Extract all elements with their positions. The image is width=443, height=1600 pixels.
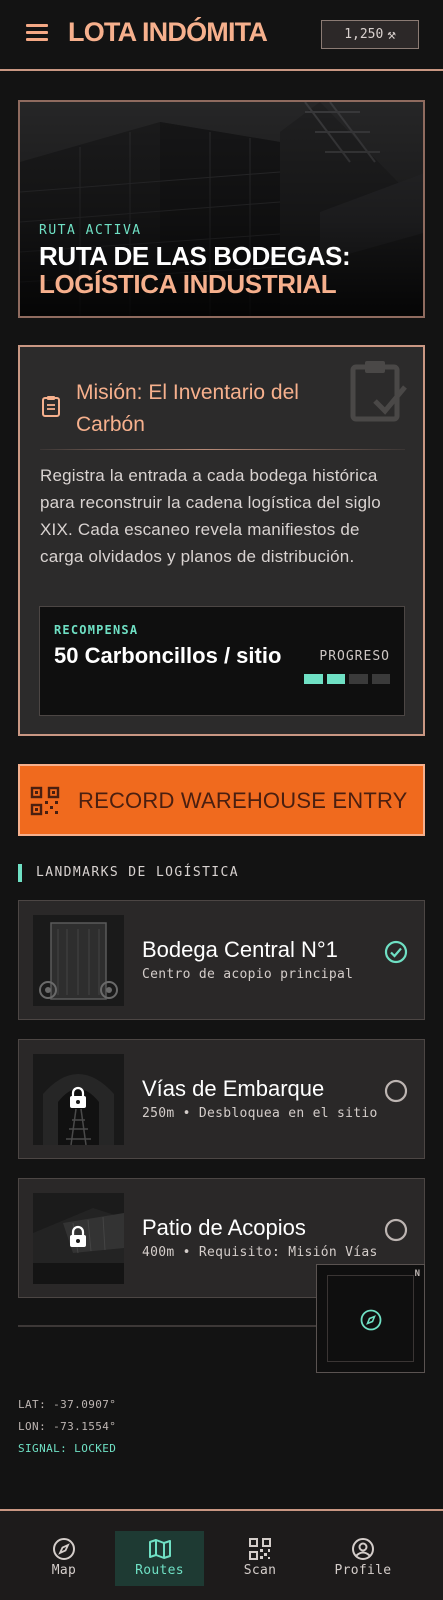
signal-status: SIGNAL: LOCKED [18, 1442, 117, 1455]
warehouse-door-image [33, 915, 124, 1006]
landmark-name: Bodega Central N°1 [142, 937, 338, 962]
gps-readout: LAT: -37.0907° LON: -73.1554° SIGNAL: LO… [18, 1394, 116, 1460]
landmark-thumbnail [33, 915, 124, 1006]
landmark-name: Patio de Acopios [142, 1215, 306, 1240]
nav-item-scan[interactable]: Scan [222, 1531, 298, 1586]
progress-segment-complete [304, 674, 323, 684]
menu-icon[interactable] [26, 24, 48, 42]
landmark-thumbnail [33, 1193, 124, 1284]
lock-icon [70, 1225, 86, 1247]
progress-segment-pending [371, 674, 390, 684]
hero-kicker: RUTA ACTIVA [39, 223, 142, 238]
pickaxe-hammer-icon: ⚒ [387, 26, 396, 43]
minimap-north-label: N [414, 1269, 420, 1279]
lock-icon [70, 1086, 86, 1108]
landmark-thumbnail [33, 1054, 124, 1145]
qr-code-icon [30, 786, 60, 816]
progress-segment-complete [326, 674, 345, 684]
bottom-navigation: Map Routes Scan Profile [0, 1509, 443, 1600]
nav-item-profile[interactable]: Profile [322, 1531, 404, 1586]
longitude-readout: LON: -73.1554° [18, 1420, 117, 1433]
progress-segment-pending [349, 674, 368, 684]
nav-item-routes[interactable]: Routes [115, 1531, 204, 1586]
mission-card: Misión: El Inventario del Carbón Registr… [18, 345, 425, 736]
record-button-label: RECORD WAREHOUSE ENTRY [78, 788, 408, 813]
nav-label-scan: Scan [243, 1563, 277, 1578]
currency-balance[interactable]: 1,250 ⚒ [321, 20, 419, 49]
nav-label-profile: Profile [334, 1563, 392, 1578]
mission-title: Misión: El Inventario del Carbón [76, 381, 299, 436]
clipboard-check-icon [350, 361, 407, 422]
section-accent-bar [18, 864, 22, 882]
hero-title-line2: LOGÍSTICA INDUSTRIAL [39, 269, 337, 299]
compass-icon [360, 1309, 382, 1331]
reward-panel: RECOMPENSA 50 Carboncillos / sitio PROGR… [39, 606, 405, 716]
map-icon [148, 1539, 171, 1559]
clipboard-list-icon [42, 396, 60, 417]
nav-item-map[interactable]: Map [26, 1531, 102, 1586]
section-title: LANDMARKS DE LOGÍSTICA [36, 865, 239, 880]
landmark-subtitle: 250m • Desbloquea en el sitio [142, 1106, 378, 1121]
hero-title-line1: RUTA DE LAS BODEGAS: [39, 241, 351, 271]
empty-circle-icon [384, 1218, 408, 1242]
mission-divider [40, 449, 405, 450]
profile-icon [352, 1538, 374, 1560]
landmark-name: Vías de Embarque [142, 1076, 325, 1101]
progress-label: PROGRESO [319, 649, 390, 664]
record-warehouse-entry-button[interactable]: RECORD WAREHOUSE ENTRY [18, 764, 425, 836]
check-circle-icon [384, 940, 408, 964]
reward-label: RECOMPENSA [54, 623, 139, 637]
qr-scan-icon [249, 1538, 271, 1560]
landmark-card-bodega-central[interactable]: Bodega Central N°1 Centro de acopio prin… [18, 900, 425, 1020]
compass-icon [53, 1538, 75, 1560]
minimap[interactable]: N [316, 1264, 425, 1373]
landmark-subtitle: 400m • Requisito: Misión Vías [142, 1245, 378, 1260]
latitude-readout: LAT: -37.0907° [18, 1398, 117, 1411]
progress-bar [304, 674, 390, 684]
empty-circle-icon [384, 1079, 408, 1103]
mission-description: Registra la entrada a cada bodega histór… [40, 466, 381, 566]
landmark-card-vias-de-embarque[interactable]: Vías de Embarque 250m • Desbloquea en el… [18, 1039, 425, 1159]
active-route-hero[interactable]: RUTA ACTIVA RUTA DE LAS BODEGAS: LOGÍSTI… [18, 100, 425, 318]
balance-value: 1,250 [344, 27, 384, 42]
hero-title: RUTA DE LAS BODEGAS: LOGÍSTICA INDUSTRIA… [39, 242, 419, 298]
nav-label-routes: Routes [135, 1563, 184, 1578]
landmark-subtitle: Centro de acopio principal [142, 967, 354, 982]
app-header: LOTA INDÓMITA 1,250 ⚒ [0, 0, 443, 71]
reward-value: 50 Carboncillos / sitio [54, 643, 282, 668]
app-title: LOTA INDÓMITA [68, 17, 268, 47]
nav-label-map: Map [51, 1563, 77, 1578]
